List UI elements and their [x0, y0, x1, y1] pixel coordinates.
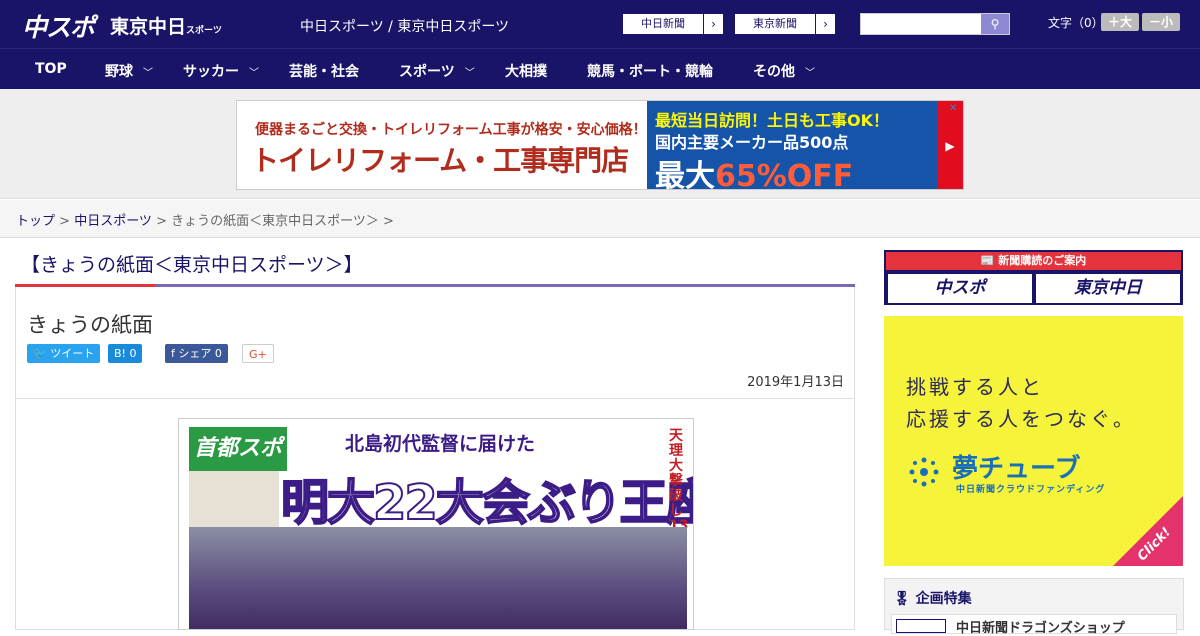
team-photo	[189, 527, 687, 629]
article-card: きょうの紙面 🐦 ツイート B! 0 f シェア 0 G+ 2019年1月13日…	[15, 287, 855, 630]
ribbon-icon: 🎖	[893, 591, 916, 607]
yume-tube-ad[interactable]: 挑戦する人と 応援する人をつなぐ。 夢チューブ 中日新聞クラウドファンディング …	[884, 316, 1183, 566]
breadcrumb-chunichi[interactable]: 中日スポーツ	[74, 214, 152, 229]
subscribe-chuspo-button[interactable]: 中スポ	[888, 274, 1032, 303]
yume-subtext: 中日新聞クラウドファンディング	[956, 485, 1106, 495]
breadcrumb-separator: >	[378, 214, 394, 229]
breadcrumb-separator: >	[151, 214, 172, 229]
banner-ad[interactable]: 便器まるごと交換・トイレリフォーム工事が格安・安心価格！ トイレリフォーム・工事…	[236, 100, 964, 190]
tokyo-shimbun-button[interactable]: 東京新聞 ›	[734, 13, 836, 35]
feature-item[interactable]: 中日新聞ドラゴンズショップ	[891, 614, 1177, 636]
chevron-right-icon: ›	[815, 14, 835, 34]
ad-max-label: 最大	[655, 159, 715, 190]
nav-sports-label: スポーツ	[399, 64, 455, 80]
ad-right-line2: 国内主要メーカー品500点	[655, 133, 849, 152]
top-header: 中スポ 東京中日スポーツ 中日スポーツ / 東京中日スポーツ 中日新聞 › 東京新…	[0, 0, 1200, 48]
main-nav: TOP 野球 ﹀ サッカー ﹀ 芸能・社会 スポーツ ﹀ 大相撲 競馬・ボート・競輪 …	[0, 48, 1200, 89]
tokyo-logo-small: スポーツ	[186, 26, 222, 36]
section-title: 【きょうの紙面＜東京中日スポーツ＞】	[21, 254, 363, 276]
nav-keiba[interactable]: 競馬・ボート・競輪	[587, 61, 713, 81]
breadcrumb-top[interactable]: トップ	[16, 214, 55, 229]
ad-line1: 便器まるごと交換・トイレリフォーム工事が格安・安心価格！	[255, 122, 647, 138]
tokyo-logo-text: 東京中日	[110, 16, 187, 38]
nav-top[interactable]: TOP	[35, 61, 67, 77]
subscription-box: 📰 新聞購読のご案内 中スポ 東京中日	[884, 250, 1183, 305]
nav-soccer-label: サッカー	[183, 64, 239, 80]
ad-close-icon[interactable]: ✕	[949, 103, 961, 115]
nav-sports[interactable]: スポーツ ﹀	[399, 61, 475, 81]
font-size-label: 文字（0）	[1048, 16, 1104, 30]
nav-baseball[interactable]: 野球 ﹀	[105, 61, 153, 81]
feature-box: 🎖 企画特集 中日新聞ドラゴンズショップ	[884, 578, 1184, 636]
facebook-share-button[interactable]: f シェア 0	[165, 344, 228, 363]
tweet-label: ツイート	[50, 347, 95, 360]
nav-other[interactable]: その他 ﹀	[753, 61, 815, 81]
feature-header: 🎖 企画特集	[893, 588, 972, 608]
nav-other-label: その他	[753, 64, 795, 80]
ad-discount: 65%OFF	[715, 159, 854, 190]
ad-line2: トイレリフォーム・工事専門店	[251, 144, 629, 177]
nav-soccer[interactable]: サッカー ﹀	[183, 61, 259, 81]
yume-text2: 応援する人をつなぐ。	[906, 407, 1136, 431]
search-icon[interactable]: ⚲	[981, 14, 1009, 34]
tokyo-chunichi-logo[interactable]: 東京中日スポーツ	[110, 12, 222, 39]
chevron-down-icon: ﹀	[249, 68, 259, 79]
search-input[interactable]: ⚲	[860, 13, 1010, 35]
page-title: きょうの紙面	[27, 313, 153, 337]
chevron-right-icon: ›	[703, 14, 723, 34]
yume-text1: 挑戦する人と	[906, 375, 1044, 399]
nav-entertainment[interactable]: 芸能・社会	[289, 61, 359, 81]
feature-item-label: 中日新聞ドラゴンズショップ	[956, 621, 1125, 636]
facebook-share-label: シェア 0	[178, 347, 222, 360]
paper-headline: 明大22大会ぶり王座	[280, 474, 694, 532]
subscription-header: 📰 新聞購読のご案内	[886, 252, 1181, 270]
feature-item-icon	[896, 619, 946, 633]
font-larger-button[interactable]: ＋大	[1101, 13, 1139, 31]
paper-bracket-chart	[189, 471, 279, 527]
chevron-down-icon: ﹀	[143, 68, 153, 79]
subscription-header-label: 新聞購読のご案内	[998, 254, 1087, 267]
breadcrumb-separator: >	[55, 214, 75, 229]
chunichi-shimbun-label: 中日新聞	[641, 17, 685, 30]
gplus-button[interactable]: G+	[242, 344, 274, 363]
ad-right-line1: 最短当日訪問！土日も工事OK！	[655, 111, 890, 130]
divider	[16, 398, 854, 399]
breadcrumb: トップ > 中日スポーツ > きょうの紙面＜東京中日スポーツ＞ >	[0, 200, 1200, 238]
chunichi-shimbun-button[interactable]: 中日新聞 ›	[622, 13, 724, 35]
article-date: 2019年1月13日	[747, 375, 844, 390]
nav-baseball-label: 野球	[105, 64, 133, 80]
paper-masthead: 首都スポ	[189, 427, 287, 471]
site-title: 中日スポーツ / 東京中日スポーツ	[300, 19, 510, 35]
paper-subheadline: 北島初代監督に届けた	[345, 433, 536, 455]
tweet-button[interactable]: 🐦 ツイート	[27, 344, 101, 363]
hatena-button[interactable]: B! 0	[108, 344, 143, 363]
chuspo-logo[interactable]: 中スポ	[22, 8, 95, 44]
feature-header-label: 企画特集	[915, 591, 972, 607]
yume-logo: 夢チューブ	[952, 454, 1081, 484]
newspaper-icon: 📰	[980, 254, 999, 267]
subscribe-tokyo-button[interactable]: 東京中日	[1036, 274, 1180, 303]
breadcrumb-current: きょうの紙面＜東京中日スポーツ＞	[171, 214, 379, 229]
ad-zone: 便器まるごと交換・トイレリフォーム工事が格安・安心価格！ トイレリフォーム・工事…	[0, 89, 1200, 199]
twitter-icon: 🐦	[33, 347, 51, 360]
nav-sumo[interactable]: 大相撲	[505, 61, 547, 81]
ad-right-line3: 最大65%OFF	[655, 151, 854, 190]
dots-icon	[909, 457, 939, 487]
chevron-down-icon: ﹀	[464, 68, 475, 79]
newspaper-front-image[interactable]: 首都スポ 北島初代監督に届けた 明大22大会ぶり王座 天理大撃破し13度目	[178, 418, 694, 630]
tokyo-shimbun-label: 東京新聞	[753, 17, 797, 30]
main-content: 【きょうの紙面＜東京中日スポーツ＞】 きょうの紙面 🐦 ツイート B! 0 f …	[15, 240, 855, 630]
chevron-down-icon: ﹀	[805, 68, 815, 79]
font-smaller-button[interactable]: －小	[1142, 13, 1180, 31]
